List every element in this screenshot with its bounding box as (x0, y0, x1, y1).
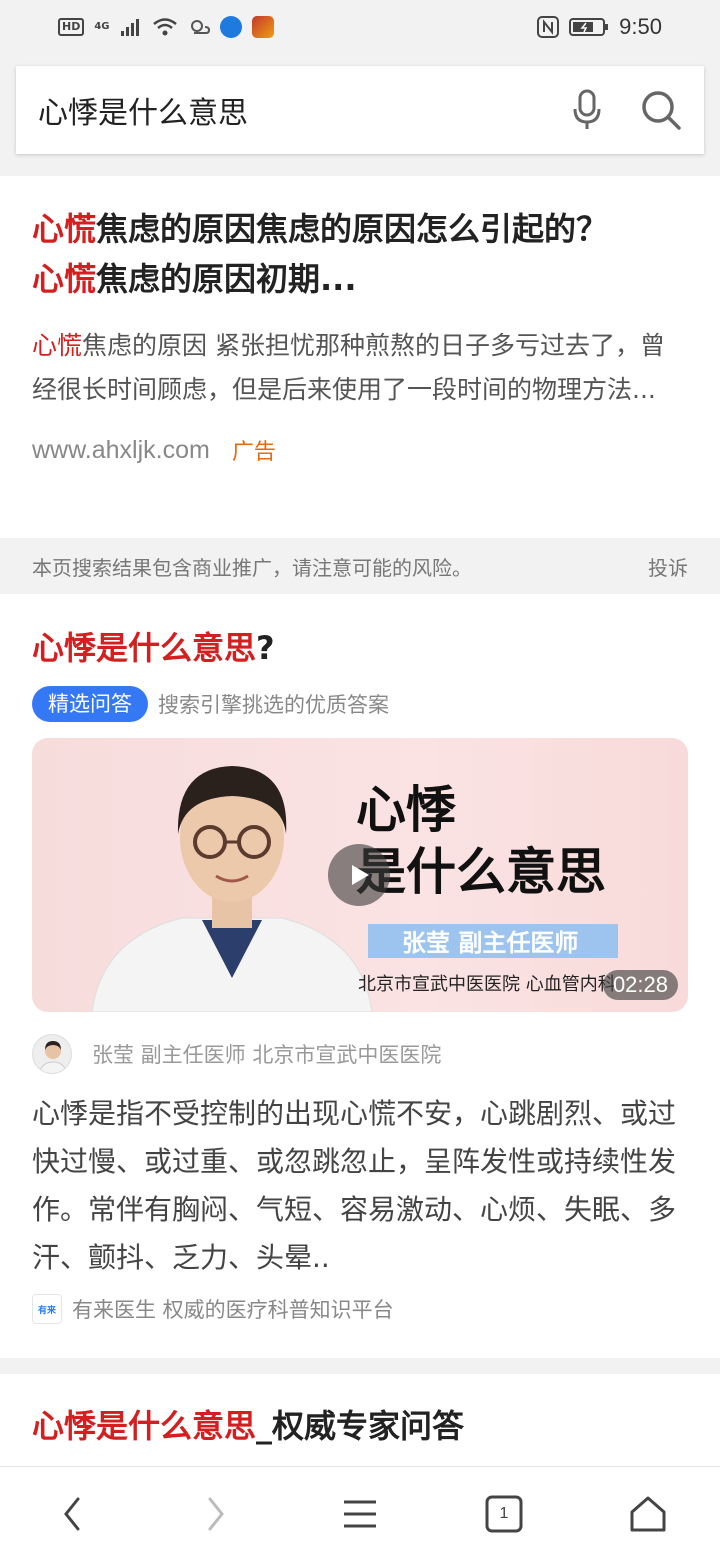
author-info: 张莹 副主任医师 北京市宣武中医医院 (92, 1043, 442, 1067)
author-row[interactable]: 张莹 副主任医师 北京市宣武中医医院 (32, 1034, 688, 1074)
clock: 9:50 (619, 14, 662, 39)
ad-label: 广告 (231, 440, 276, 465)
ad-result-description: 心慌焦虑的原因 紧张担忧那种煎熬的日子多亏过去了，曾经很长时间顾虑，但是后来使用… (32, 324, 688, 412)
hd-indicator: HD (58, 18, 85, 36)
search-icon (642, 91, 681, 130)
bottom-nav: 1 (0, 1466, 720, 1560)
title-highlight: 心慌 (32, 210, 97, 248)
weather-icon (190, 20, 210, 34)
qa-badge-row: 精选问答 搜索引擎挑选的优质答案 (32, 686, 688, 722)
source-row[interactable]: 有来 有来医生 权威的医疗科普知识平台 (32, 1294, 688, 1324)
search-button[interactable] (640, 89, 682, 131)
voice-search-button[interactable] (572, 89, 602, 131)
browser-app-icon (219, 16, 242, 38)
search-input[interactable]: 心悸是什么意思 (38, 88, 534, 132)
title-highlight: 心慌 (32, 260, 97, 298)
source-logo: 有来 (32, 1294, 62, 1324)
video-title-line1: 心悸 (356, 781, 456, 839)
title-suffix: _权威专家问答 (256, 1407, 465, 1445)
risk-notice: 本页搜索结果包含商业推广，请注意可能的风险。 投诉 (0, 538, 720, 594)
title-suffix: ? (256, 629, 275, 667)
forward-button[interactable] (176, 1474, 256, 1554)
video-title-line2: 是什么意思 (356, 843, 606, 901)
qa-result-card[interactable]: 心悸是什么意思? 精选问答 搜索引擎挑选的优质答案 心悸 是什么意思 张莹 副主… (0, 594, 720, 1358)
video-duration: 02:28 (602, 970, 678, 1000)
ad-result-title[interactable]: 心慌焦虑的原因焦虑的原因怎么引起的？ 心慌焦虑的原因初期... (32, 204, 688, 304)
chevron-left-icon (64, 1497, 80, 1530)
battery-icon (569, 18, 609, 36)
badge-description: 搜索引擎挑选的优质答案 (158, 693, 389, 717)
ad-url[interactable]: www.ahxljk.com (32, 436, 210, 465)
desc-highlight: 心慌 (32, 331, 83, 360)
title-text: 焦虑的原因焦虑的原因怎么引起的？ (96, 210, 609, 248)
menu-button[interactable] (320, 1474, 400, 1554)
network-type: 4G (94, 21, 110, 32)
qa-result-title[interactable]: 心悸是什么意思? (32, 624, 688, 672)
doctor-avatar-icon (38, 1041, 68, 1073)
desc-text: 焦虑的原因 紧张担忧那种煎熬的日子多亏过去了，曾经很长时间顾虑，但是后来使用了一… (32, 331, 665, 404)
next-result-card[interactable]: 心悸是什么意思_权威专家问答 (0, 1374, 720, 1466)
home-icon (630, 1496, 666, 1531)
answer-text: 心悸是指不受控制的出现心慌不安，心跳剧烈、或过快过慢、或过重、或忽跳忽止，呈阵发… (32, 1097, 677, 1274)
status-left: HD 4G (58, 16, 274, 38)
status-bar: HD 4G 9:50 (0, 0, 720, 54)
chevron-right-icon (208, 1497, 224, 1530)
source-text: 有来医生 权威的医疗科普知识平台 (72, 1298, 394, 1322)
video-doctor-name: 张莹 副主任医师 (402, 929, 579, 957)
video-hospital: 北京市宣武中医医院 心血管内科 (358, 974, 616, 995)
play-button[interactable] (328, 844, 390, 906)
signal-icon (120, 19, 139, 36)
search-bar[interactable]: 心悸是什么意思 (16, 66, 704, 154)
featured-qa-badge: 精选问答 (32, 686, 148, 722)
title-text: 焦虑的原因初期... (96, 260, 357, 298)
game-app-icon (251, 16, 274, 38)
tabs-button[interactable]: 1 (464, 1474, 544, 1554)
microphone-icon (573, 89, 601, 129)
title-highlight: 心悸是什么意思 (32, 629, 257, 667)
next-result-title[interactable]: 心悸是什么意思_权威专家问答 (32, 1402, 688, 1450)
menu-icon (344, 1500, 376, 1527)
status-right: 9:50 (537, 14, 662, 40)
ad-meta: www.ahxljk.com 广告 (32, 434, 688, 466)
report-link[interactable]: 投诉 (648, 552, 688, 581)
back-button[interactable] (32, 1474, 112, 1554)
home-button[interactable] (608, 1474, 688, 1554)
notice-text: 本页搜索结果包含商业推广，请注意可能的风险。 (32, 555, 472, 580)
ad-result-card[interactable]: 心慌焦虑的原因焦虑的原因怎么引起的？ 心慌焦虑的原因初期... 心慌焦虑的原因 … (0, 176, 720, 538)
nfc-icon (537, 16, 560, 38)
play-icon (352, 865, 369, 885)
avatar (32, 1034, 72, 1074)
title-highlight: 心悸是什么意思 (32, 1407, 257, 1445)
wifi-icon (152, 18, 177, 36)
tab-count: 1 (499, 1504, 509, 1522)
video-thumbnail[interactable]: 心悸 是什么意思 张莹 副主任医师 北京市宣武中医医院 心血管内科 02:28 (32, 738, 688, 1012)
